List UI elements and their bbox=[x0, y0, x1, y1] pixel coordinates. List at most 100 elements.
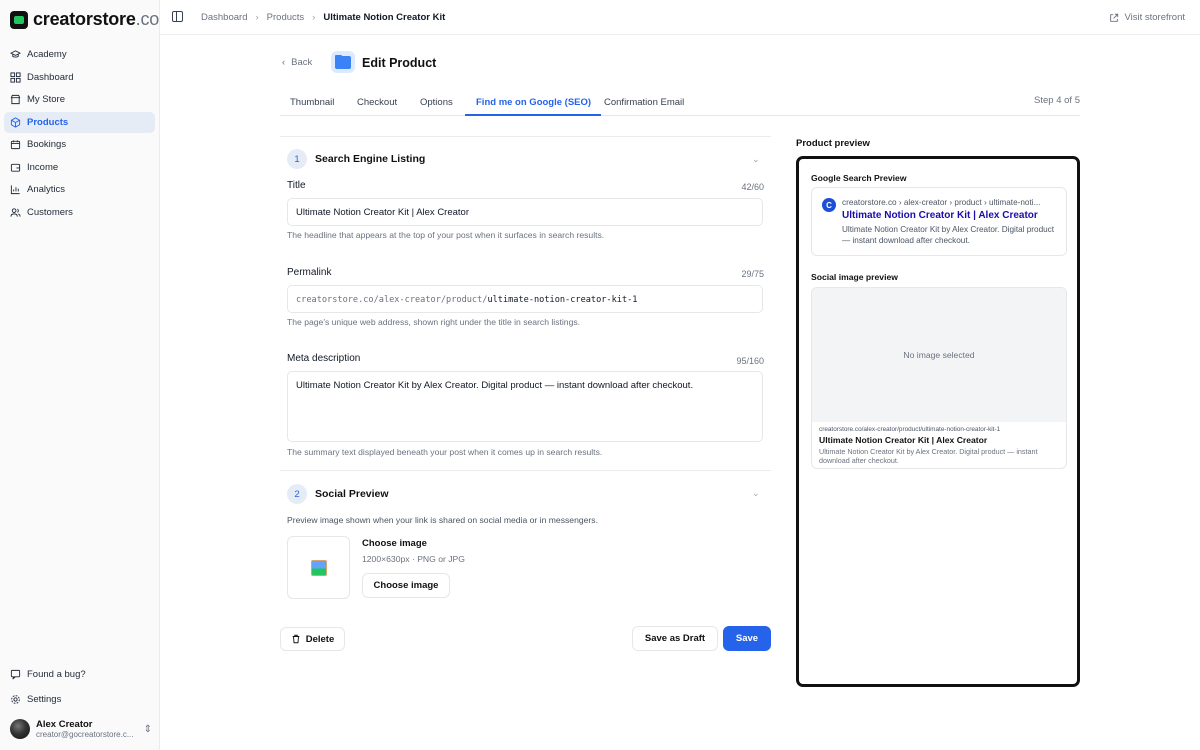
back-label: Back bbox=[291, 57, 313, 68]
section-title: Social Preview bbox=[315, 488, 389, 500]
sidebar-item-settings[interactable]: Settings bbox=[4, 689, 155, 710]
social-preview-heading: Social image preview bbox=[811, 272, 898, 282]
box-icon bbox=[10, 116, 21, 128]
chart-icon bbox=[10, 185, 20, 195]
permalink-slug: ultimate-notion-creator-kit-1 bbox=[487, 295, 638, 305]
tab-checkout[interactable]: Checkout bbox=[357, 93, 397, 116]
google-preview-heading: Google Search Preview bbox=[811, 173, 907, 183]
sidebar-item-label: Customers bbox=[27, 206, 73, 218]
choose-image-button[interactable]: Choose image bbox=[362, 573, 450, 598]
sidebar-nav: Academy Dashboard My Store Products Book… bbox=[4, 44, 155, 224]
social-image-placeholder: No image selected bbox=[812, 288, 1066, 422]
social-title: Ultimate Notion Creator Kit | Alex Creat… bbox=[819, 435, 988, 445]
title-label: Title bbox=[287, 180, 306, 191]
breadcrumb-dashboard[interactable]: Dashboard bbox=[201, 12, 247, 23]
sidebar-item-label: Settings bbox=[27, 694, 62, 705]
trash-icon bbox=[292, 634, 300, 644]
permalink-char-count: 29/75 bbox=[741, 269, 764, 279]
users-icon bbox=[10, 207, 21, 217]
sidebar-item-income[interactable]: Income bbox=[4, 157, 155, 178]
sidebar-item-my-store[interactable]: My Store bbox=[4, 89, 155, 110]
sidebar-item-label: Dashboard bbox=[27, 71, 74, 83]
divider bbox=[280, 136, 771, 137]
bug-report-icon bbox=[10, 669, 21, 680]
step-indicator: Step 4 of 5 bbox=[1034, 95, 1080, 106]
tab-options[interactable]: Options bbox=[420, 93, 453, 116]
sidebar-item-customers[interactable]: Customers bbox=[4, 202, 155, 223]
user-email: creator@gocreatorstore.c... bbox=[36, 730, 134, 739]
title-help: The headline that appears at the top of … bbox=[287, 230, 605, 240]
tab-confirmation-email[interactable]: Confirmation Email bbox=[604, 93, 684, 116]
visit-storefront-link[interactable]: Visit storefront bbox=[1109, 12, 1185, 23]
tab-thumbnail[interactable]: Thumbnail bbox=[290, 93, 334, 116]
sidebar-item-label: Products bbox=[27, 116, 69, 128]
save-draft-button[interactable]: Save as Draft bbox=[632, 626, 718, 651]
sidebar-item-dashboard[interactable]: Dashboard bbox=[4, 67, 155, 88]
preview-frame: Google Search Preview C creatorstore.co … bbox=[796, 156, 1080, 687]
social-url: creatorstore.co/alex-creator/product/ult… bbox=[819, 426, 1001, 433]
google-url: creatorstore.co › alex-creator › product… bbox=[842, 198, 1041, 207]
image-icon bbox=[310, 559, 327, 576]
user-menu[interactable]: Alex Creator creator@gocreatorstore.c...… bbox=[10, 719, 152, 739]
section-header-seo[interactable]: 1 Search Engine Listing bbox=[287, 149, 425, 169]
user-name: Alex Creator bbox=[36, 719, 93, 730]
sidebar-item-found-bug[interactable]: Found a bug? bbox=[4, 664, 155, 685]
breadcrumb-current: Ultimate Notion Creator Kit bbox=[323, 12, 446, 23]
google-title: Ultimate Notion Creator Kit | Alex Creat… bbox=[842, 210, 1038, 221]
permalink-help: The page's unique web address, shown rig… bbox=[287, 317, 581, 327]
topbar: Dashboard › Products › Ultimate Notion C… bbox=[160, 0, 1200, 35]
social-card: No image selected creatorstore.co/alex-c… bbox=[811, 287, 1067, 469]
sidebar-item-products[interactable]: Products bbox=[4, 111, 155, 133]
sidebar-item-label: Analytics bbox=[27, 184, 66, 195]
section-title: Search Engine Listing bbox=[315, 153, 426, 165]
tab-seo[interactable]: Find me on Google (SEO) bbox=[465, 93, 602, 116]
section-header-social[interactable]: 2 Social Preview bbox=[287, 484, 389, 504]
social-description: Preview image shown when your link is sh… bbox=[287, 515, 598, 525]
section-number: 2 bbox=[287, 484, 307, 504]
sidebar-item-academy[interactable]: Academy bbox=[4, 44, 155, 65]
favicon-icon: C bbox=[822, 198, 836, 212]
sidebar-item-label: Income bbox=[27, 161, 59, 173]
graduation-cap-icon bbox=[10, 50, 21, 58]
logo[interactable]: creatorstore.co bbox=[10, 9, 159, 30]
title-char-count: 42/60 bbox=[741, 182, 764, 192]
sidebar-item-label: Bookings bbox=[27, 139, 67, 150]
meta-char-count: 95/160 bbox=[736, 356, 764, 366]
delete-label: Delete bbox=[305, 633, 335, 645]
sidebar-item-bookings[interactable]: Bookings bbox=[4, 134, 155, 155]
sidebar-item-analytics[interactable]: Analytics bbox=[4, 179, 155, 200]
wallet-icon bbox=[10, 163, 21, 172]
grid-icon bbox=[10, 71, 21, 83]
sidebar: creatorstore.co Academy Dashboard My Sto… bbox=[0, 0, 160, 750]
back-button[interactable]: ‹ Back bbox=[282, 57, 312, 68]
sidebar-item-label: Found a bug? bbox=[27, 669, 86, 680]
sidebar-item-label: My Store bbox=[27, 94, 66, 105]
social-description-preview: Ultimate Notion Creator Kit by Alex Crea… bbox=[819, 447, 1038, 466]
breadcrumb-products[interactable]: Products bbox=[267, 12, 305, 23]
delete-button[interactable]: Delete bbox=[280, 627, 345, 651]
google-result-card: C creatorstore.co › alex-creator › produ… bbox=[811, 187, 1067, 256]
store-icon bbox=[10, 94, 21, 105]
avatar bbox=[10, 719, 30, 739]
meta-description-textarea[interactable]: Ultimate Notion Creator Kit by Alex Crea… bbox=[287, 371, 763, 442]
folder-icon bbox=[331, 51, 355, 73]
gear-icon bbox=[11, 695, 20, 704]
logo-text: creatorstore.co bbox=[33, 9, 160, 29]
chevron-right-icon: › bbox=[255, 12, 259, 23]
image-placeholder[interactable] bbox=[287, 536, 350, 599]
chevron-down-icon[interactable]: ⌄ bbox=[752, 488, 760, 499]
save-button[interactable]: Save bbox=[723, 626, 771, 651]
permalink-label: Permalink bbox=[287, 267, 332, 278]
permalink-prefix: creatorstore.co/alex-creator/product/ bbox=[296, 295, 488, 305]
title-input[interactable]: Ultimate Notion Creator Kit | Alex Creat… bbox=[287, 198, 763, 226]
breadcrumb: Dashboard › Products › Ultimate Notion C… bbox=[201, 12, 445, 23]
google-description: Ultimate Notion Creator Kit by Alex Crea… bbox=[842, 225, 1055, 245]
chevron-left-icon: ‹ bbox=[282, 57, 286, 68]
chevron-down-icon[interactable]: ⌄ bbox=[752, 154, 760, 165]
logo-mark-icon bbox=[10, 10, 28, 29]
product-tabs: Thumbnail Checkout Options Find me on Go… bbox=[280, 93, 1080, 116]
permalink-input[interactable]: creatorstore.co/alex-creator/product/ult… bbox=[287, 285, 763, 313]
external-link-icon bbox=[1110, 13, 1119, 22]
sidebar-toggle-icon[interactable] bbox=[172, 11, 183, 22]
chevron-right-icon: › bbox=[312, 12, 316, 23]
